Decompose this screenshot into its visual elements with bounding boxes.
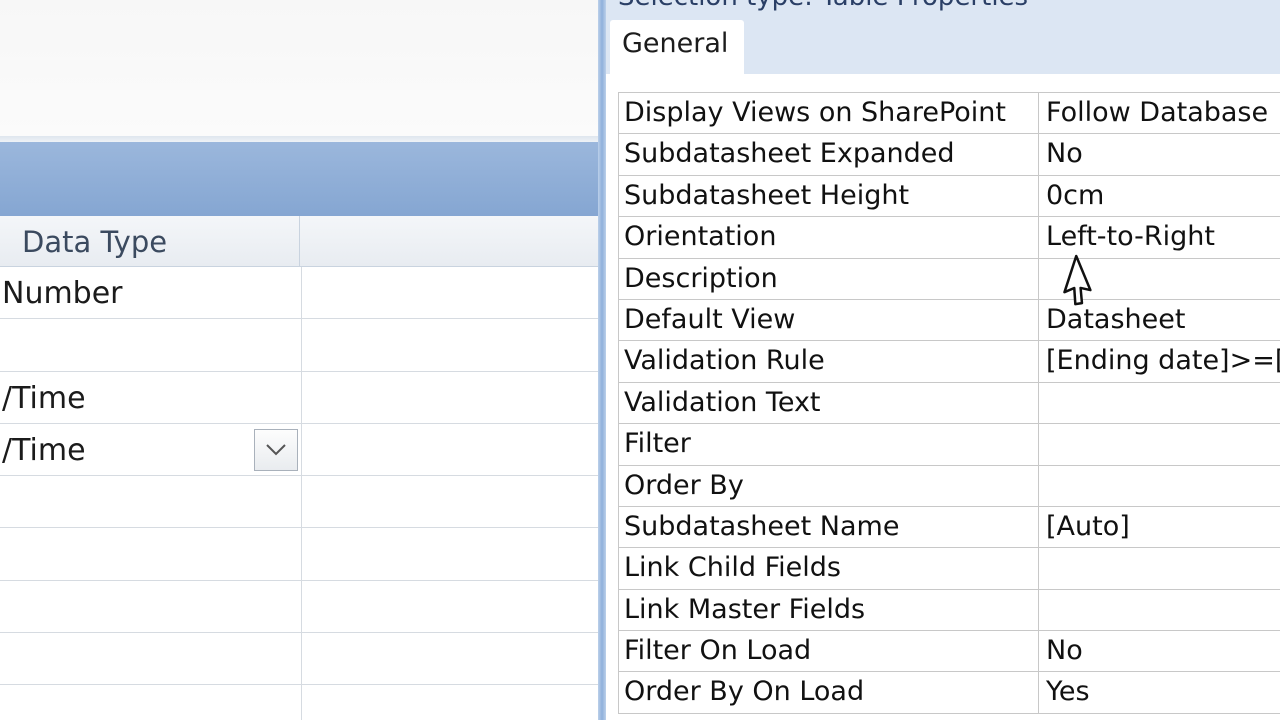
- property-value[interactable]: Datasheet: [1039, 300, 1280, 340]
- table-row[interactable]: /Time: [0, 371, 598, 424]
- description-cell[interactable]: [302, 424, 598, 475]
- data-type-cell[interactable]: [0, 580, 302, 633]
- column-header-description[interactable]: [300, 216, 598, 266]
- property-label: Validation Rule: [618, 341, 1039, 382]
- data-type-cell[interactable]: [0, 633, 302, 685]
- data-type-cell[interactable]: [0, 476, 302, 528]
- property-value[interactable]: No: [1039, 631, 1280, 671]
- property-row-filter[interactable]: Filter: [618, 424, 1280, 466]
- property-value[interactable]: [1039, 466, 1280, 506]
- data-type-dropdown-button[interactable]: [254, 428, 298, 471]
- tab-general-label: General: [622, 28, 729, 59]
- property-value[interactable]: [1039, 548, 1280, 588]
- property-value[interactable]: Left-to-Right: [1039, 217, 1280, 257]
- description-cell[interactable]: [302, 633, 598, 684]
- description-cell[interactable]: [302, 476, 598, 527]
- property-row-validation-rule[interactable]: Validation Rule [Ending date]>=[Starting…: [618, 341, 1280, 383]
- data-type-cell[interactable]: Number: [0, 267, 302, 319]
- description-cell[interactable]: [302, 685, 598, 720]
- table-row[interactable]: [0, 580, 598, 634]
- table-design-pane: Data Type Number /Time /Time: [0, 0, 598, 720]
- property-value[interactable]: [1039, 424, 1280, 464]
- property-row-order-by-on-load[interactable]: Order By On Load Yes: [618, 672, 1280, 714]
- property-row-subdatasheet-name[interactable]: Subdatasheet Name [Auto]: [618, 506, 1280, 549]
- data-type-value: /Time: [2, 432, 86, 468]
- description-cell[interactable]: [302, 372, 598, 423]
- table-row[interactable]: [0, 685, 598, 720]
- property-label: Order By: [618, 465, 1039, 506]
- design-grid-rows: Number /Time /Time: [0, 267, 598, 720]
- property-value[interactable]: [Ending date]>=[Starting date]: [1039, 341, 1280, 381]
- property-row-validation-text[interactable]: Validation Text: [618, 382, 1280, 425]
- property-row-description[interactable]: Description: [618, 258, 1280, 300]
- table-row[interactable]: [0, 476, 598, 529]
- property-row-link-master-fields[interactable]: Link Master Fields: [618, 589, 1280, 632]
- property-sheet-body: Display Views on SharePoint Follow Datab…: [606, 74, 1280, 720]
- property-row-subdatasheet-expanded[interactable]: Subdatasheet Expanded No: [618, 134, 1280, 176]
- data-type-cell[interactable]: /Time: [0, 423, 302, 476]
- property-label: Subdatasheet Expanded: [618, 134, 1039, 175]
- table-row[interactable]: Number: [0, 267, 598, 320]
- property-row-display-views-on-sharepoint[interactable]: Display Views on SharePoint Follow Datab…: [618, 93, 1280, 135]
- description-cell[interactable]: [302, 528, 598, 579]
- data-type-value: Number: [2, 276, 123, 311]
- data-type-cell[interactable]: [0, 528, 302, 580]
- property-row-order-by[interactable]: Order By: [618, 465, 1280, 507]
- property-value[interactable]: [Auto]: [1039, 507, 1280, 547]
- property-label: Order By On Load: [618, 672, 1039, 713]
- table-row[interactable]: [0, 319, 598, 372]
- property-label: Filter: [618, 424, 1039, 465]
- property-value[interactable]: No: [1039, 134, 1280, 174]
- table-row[interactable]: [0, 528, 598, 581]
- selection-type-label: Selection type: Table Properties: [618, 0, 1028, 12]
- property-label: Validation Text: [618, 382, 1039, 424]
- property-grid: Display Views on SharePoint Follow Datab…: [618, 92, 1280, 714]
- property-label: Display Views on SharePoint: [618, 93, 1039, 134]
- ribbon-area: [0, 0, 598, 136]
- table-document-tab-bar: [0, 142, 598, 216]
- property-label: Description: [618, 258, 1039, 299]
- property-value[interactable]: [1039, 590, 1280, 630]
- property-value[interactable]: Yes: [1039, 672, 1280, 712]
- description-cell[interactable]: [302, 319, 598, 370]
- property-value[interactable]: 0cm: [1039, 176, 1280, 216]
- data-type-value: /Time: [2, 380, 86, 416]
- property-value[interactable]: [1039, 259, 1280, 299]
- property-sheet: Selection type: Table Properties General…: [606, 0, 1280, 720]
- property-label: Subdatasheet Height: [618, 175, 1039, 217]
- property-label: Link Child Fields: [618, 548, 1039, 589]
- property-label: Filter On Load: [618, 631, 1039, 672]
- access-table-design-window: Data Type Number /Time /Time General Dis…: [0, 0, 1280, 720]
- property-label: Default View: [618, 299, 1039, 341]
- table-row-selected[interactable]: /Time: [0, 423, 598, 477]
- chevron-down-icon: [266, 444, 286, 456]
- property-value[interactable]: [1039, 383, 1280, 423]
- property-row-link-child-fields[interactable]: Link Child Fields: [618, 548, 1280, 590]
- column-header-data-type-label: Data Type: [22, 225, 168, 259]
- description-cell[interactable]: [302, 267, 598, 318]
- property-label: Link Master Fields: [618, 589, 1039, 631]
- property-row-default-view[interactable]: Default View Datasheet: [618, 299, 1280, 342]
- data-type-cell[interactable]: [0, 685, 302, 720]
- pane-splitter[interactable]: [598, 0, 606, 720]
- data-type-cell[interactable]: [0, 319, 302, 371]
- property-row-subdatasheet-height[interactable]: Subdatasheet Height 0cm: [618, 175, 1280, 218]
- data-type-cell[interactable]: /Time: [0, 371, 302, 423]
- property-label: Subdatasheet Name: [618, 506, 1039, 548]
- property-label: Orientation: [618, 217, 1039, 258]
- tab-general[interactable]: General: [610, 20, 744, 76]
- description-cell[interactable]: [302, 581, 598, 632]
- property-value[interactable]: Follow Database: [1039, 93, 1280, 133]
- table-row[interactable]: [0, 633, 598, 686]
- column-header-data-type[interactable]: Data Type: [0, 216, 300, 266]
- design-grid-header: Data Type: [0, 216, 598, 267]
- property-row-filter-on-load[interactable]: Filter On Load No: [618, 631, 1280, 673]
- property-row-orientation[interactable]: Orientation Left-to-Right: [618, 217, 1280, 259]
